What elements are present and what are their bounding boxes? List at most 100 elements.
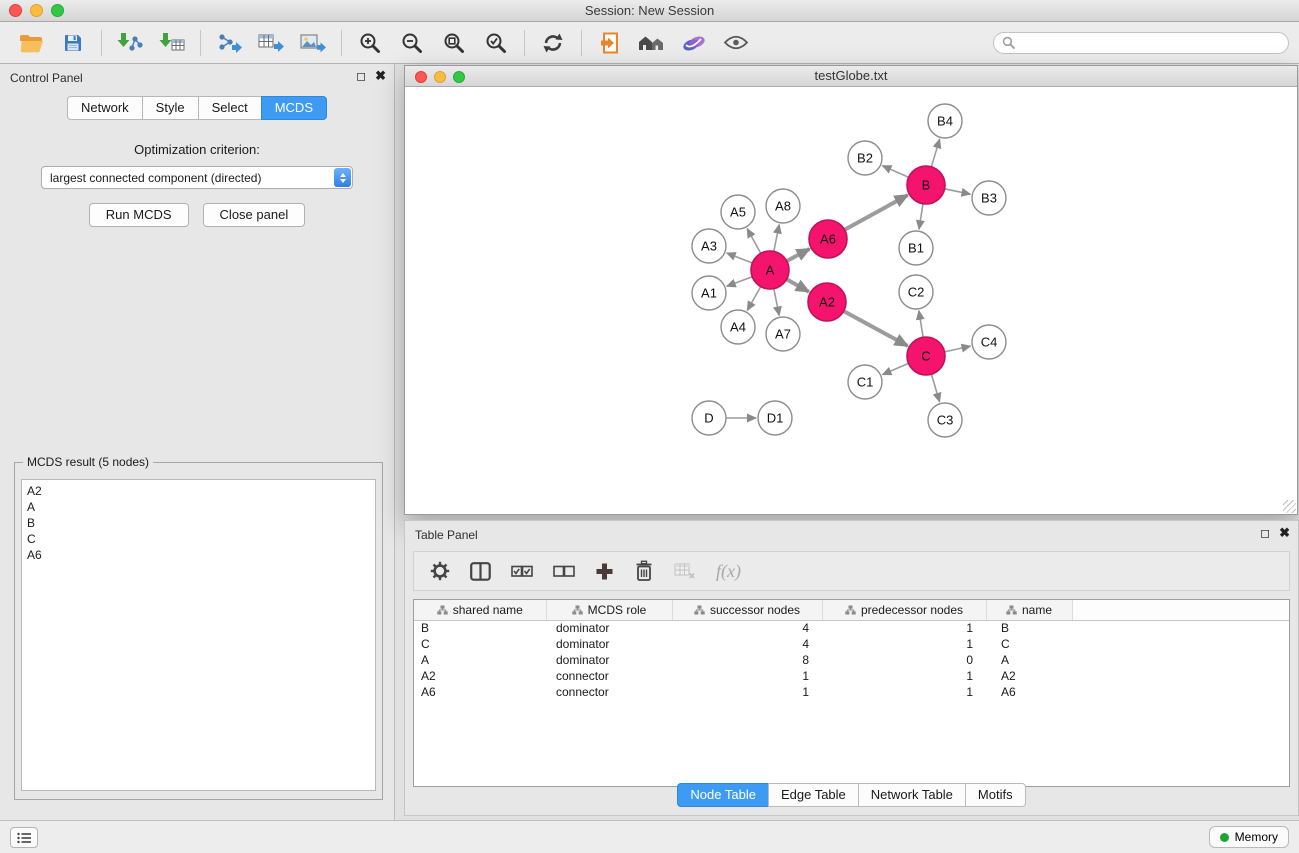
tab-edge-table[interactable]: Edge Table: [768, 783, 859, 807]
graph-node-A2[interactable]: A2: [808, 283, 846, 321]
optimization-criterion-select[interactable]: largest connected component (directed): [41, 166, 353, 189]
table-cell[interactable]: connector: [546, 668, 672, 684]
mcds-result-list[interactable]: A2ABCA6: [21, 479, 376, 791]
table-row[interactable]: A2connector11A2: [414, 668, 1289, 684]
graph-node-D[interactable]: D: [692, 401, 726, 435]
task-history-button[interactable]: [10, 827, 38, 848]
mcds-result-item[interactable]: A6: [27, 547, 370, 563]
graph-node-C1[interactable]: C1: [848, 365, 882, 399]
table-cell[interactable]: A6: [414, 684, 546, 700]
export-image-button[interactable]: [292, 25, 334, 61]
float-panel-button[interactable]: ◻: [356, 69, 366, 83]
table-cell[interactable]: A6: [986, 684, 1072, 700]
column-header-shared-name[interactable]: shared name: [414, 600, 546, 620]
table-cell[interactable]: 1: [822, 620, 986, 636]
graph-edge-A-A1[interactable]: [727, 277, 752, 287]
graph-edge-B-B3[interactable]: [945, 189, 971, 194]
table-cell[interactable]: connector: [546, 684, 672, 700]
table-cell[interactable]: 1: [822, 636, 986, 652]
table-cell[interactable]: A2: [986, 668, 1072, 684]
graph-edge-B-B1[interactable]: [919, 204, 923, 229]
table-cell[interactable]: 1: [822, 668, 986, 684]
delete-row-button[interactable]: [634, 560, 654, 582]
graph-node-A4[interactable]: A4: [721, 310, 755, 344]
table-cell[interactable]: 1: [822, 684, 986, 700]
zoom-fit-button[interactable]: [433, 25, 475, 61]
graph-node-A[interactable]: A: [751, 251, 789, 289]
graph-edge-C-C4[interactable]: [945, 346, 971, 352]
tab-select[interactable]: Select: [198, 96, 262, 120]
tab-style[interactable]: Style: [142, 96, 199, 120]
zoom-window-button[interactable]: [51, 4, 64, 17]
table-cell[interactable]: B: [414, 620, 546, 636]
graph-edge-B-B2[interactable]: [882, 166, 908, 178]
graph-node-B1[interactable]: B1: [899, 231, 933, 265]
select-all-button[interactable]: [511, 562, 533, 580]
mcds-result-item[interactable]: B: [27, 515, 370, 531]
graph-edge-A-A3[interactable]: [727, 253, 753, 263]
network-canvas[interactable]: AA1A2A3A4A5A6A7A8BB1B2B3B4CC1C2C3C4DD1: [405, 87, 1297, 514]
float-table-panel-button[interactable]: ◻: [1260, 526, 1270, 540]
table-cell[interactable]: A: [986, 652, 1072, 668]
table-settings-button[interactable]: [430, 561, 450, 581]
graph-node-B3[interactable]: B3: [972, 181, 1006, 215]
table-cell[interactable]: 0: [822, 652, 986, 668]
network-overview-button[interactable]: [631, 25, 673, 61]
graph-edge-A-A4[interactable]: [747, 287, 760, 311]
column-header-mcds-role[interactable]: MCDS role: [546, 600, 672, 620]
graph-node-B2[interactable]: B2: [848, 141, 882, 175]
table-row[interactable]: Adominator80A: [414, 652, 1289, 668]
import-network-button[interactable]: [109, 25, 151, 61]
mcds-result-item[interactable]: C: [27, 531, 370, 547]
tab-network-table[interactable]: Network Table: [858, 783, 966, 807]
graph-node-A8[interactable]: A8: [766, 189, 800, 223]
tab-network[interactable]: Network: [67, 96, 143, 120]
graph-node-A1[interactable]: A1: [692, 276, 726, 310]
close-window-button[interactable]: [9, 4, 22, 17]
graph-node-C4[interactable]: C4: [972, 325, 1006, 359]
close-panel-button[interactable]: Close panel: [203, 203, 306, 227]
graph-node-B[interactable]: B: [907, 166, 945, 204]
graph-edge-A6-B[interactable]: [845, 195, 908, 230]
table-cell[interactable]: 1: [672, 684, 822, 700]
graph-edge-A-A2[interactable]: [787, 279, 809, 291]
memory-button[interactable]: Memory: [1209, 826, 1289, 848]
graph-edge-A-A6[interactable]: [787, 249, 810, 261]
search-input[interactable]: [1020, 36, 1280, 50]
minimize-network-button[interactable]: [434, 71, 446, 83]
graph-edge-A2-C[interactable]: [844, 311, 908, 346]
column-header-predecessor-nodes[interactable]: predecessor nodes: [822, 600, 986, 620]
graph-edge-A-A5[interactable]: [747, 229, 761, 254]
zoom-out-button[interactable]: [391, 25, 433, 61]
graph-node-C3[interactable]: C3: [928, 403, 962, 437]
graph-node-B4[interactable]: B4: [928, 104, 962, 138]
graph-node-D1[interactable]: D1: [758, 401, 792, 435]
table-cell[interactable]: 4: [672, 636, 822, 652]
zoom-in-button[interactable]: [349, 25, 391, 61]
table-cell[interactable]: 8: [672, 652, 822, 668]
table-cell[interactable]: C: [986, 636, 1072, 652]
minimize-window-button[interactable]: [30, 4, 43, 17]
graph-node-A6[interactable]: A6: [809, 220, 847, 258]
zoom-network-button[interactable]: [453, 71, 465, 83]
table-cell[interactable]: B: [986, 620, 1072, 636]
resize-grip[interactable]: [1283, 500, 1296, 513]
column-header-successor-nodes[interactable]: successor nodes: [672, 600, 822, 620]
save-session-button[interactable]: [52, 25, 94, 61]
graph-edge-A-A7[interactable]: [774, 289, 779, 316]
tab-motifs[interactable]: Motifs: [965, 783, 1026, 807]
show-details-button[interactable]: [715, 25, 757, 61]
table-cell[interactable]: A: [414, 652, 546, 668]
table-cell[interactable]: dominator: [546, 636, 672, 652]
table-row[interactable]: Cdominator41C: [414, 636, 1289, 652]
graph-edge-C-C1[interactable]: [883, 363, 909, 374]
network-graph[interactable]: AA1A2A3A4A5A6A7A8BB1B2B3B4CC1C2C3C4DD1: [405, 87, 1297, 514]
import-table-button[interactable]: [151, 25, 193, 61]
add-row-button[interactable]: [595, 562, 614, 581]
close-network-button[interactable]: [415, 71, 427, 83]
tab-node-table[interactable]: Node Table: [677, 783, 769, 807]
table-cell[interactable]: A2: [414, 668, 546, 684]
graph-edge-A-A8[interactable]: [774, 225, 779, 252]
tab-mcds[interactable]: MCDS: [261, 96, 327, 120]
document-button[interactable]: [589, 25, 631, 61]
